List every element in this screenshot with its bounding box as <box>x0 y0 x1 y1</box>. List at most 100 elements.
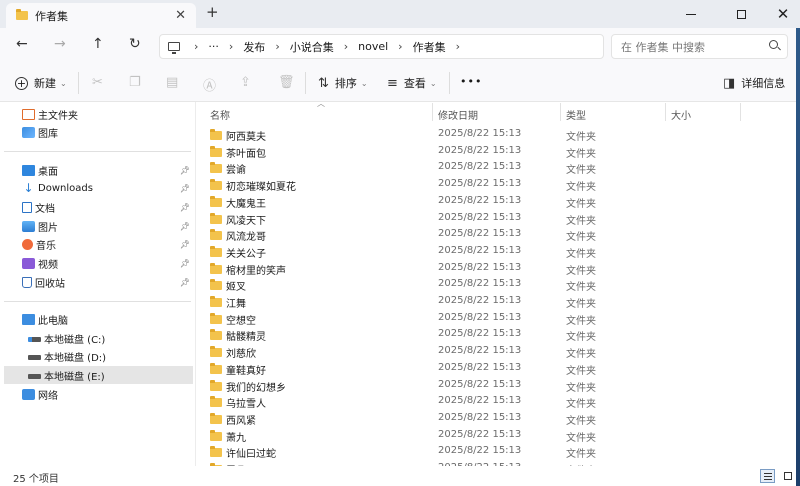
breadcrumb-item[interactable]: 发布 <box>243 39 265 55</box>
column-header-name[interactable]: 名称 <box>210 105 230 123</box>
sidebar-item-music[interactable]: 音乐 📌︎ <box>4 235 193 253</box>
address-bar[interactable]: › ··· › 发布 › 小说合集 › novel › 作者集 › <box>159 34 604 59</box>
pin-icon[interactable]: 📌︎ <box>180 278 190 287</box>
table-row[interactable]: 初恋璀璨如夏花 2025/8/22 15:13 文件夹 <box>204 177 794 194</box>
column-header-size[interactable]: 大小 <box>671 105 691 123</box>
file-name-cell[interactable]: 空想空 <box>210 312 256 327</box>
refresh-icon[interactable]: ↻ <box>129 36 141 52</box>
rename-icon[interactable]: Ⓐ <box>203 75 216 94</box>
table-row[interactable]: 乌拉雪人 2025/8/22 15:13 文件夹 <box>204 394 794 411</box>
pin-icon[interactable]: 📌︎ <box>180 240 190 249</box>
paste-icon[interactable]: ▤ <box>166 75 178 90</box>
file-name-cell[interactable]: 风凌天下 <box>210 212 266 227</box>
search-input[interactable]: 在 作者集 中搜索 <box>611 34 788 59</box>
file-name-cell[interactable]: 骷髅精灵 <box>210 328 266 343</box>
table-row[interactable]: 姬叉 2025/8/22 15:13 文件夹 <box>204 277 794 294</box>
file-name-cell[interactable]: 萧九 <box>210 429 246 444</box>
sidebar-item-network[interactable]: 网络 <box>4 385 193 403</box>
share-icon[interactable]: ⇪ <box>240 75 251 90</box>
file-name-cell[interactable]: 西风紧 <box>210 412 256 427</box>
view-button[interactable]: ≡ 查看 ⌄ <box>387 75 437 91</box>
table-row[interactable]: 江舞 2025/8/22 15:13 文件夹 <box>204 294 794 311</box>
table-row[interactable]: 阿西莫夫 2025/8/22 15:13 文件夹 <box>204 127 794 144</box>
table-row[interactable]: 茶叶面包 2025/8/22 15:13 文件夹 <box>204 144 794 161</box>
tab-current[interactable]: 作者集 ✕ <box>6 3 196 28</box>
minimize-button[interactable] <box>668 0 714 28</box>
breadcrumb-overflow[interactable]: ··· <box>208 40 219 53</box>
back-arrow-icon[interactable]: ← <box>16 36 28 52</box>
file-name-cell[interactable]: 棺材里的笑声 <box>210 262 286 277</box>
sidebar-item-recycle-bin[interactable]: 回收站 📌︎ <box>4 273 193 291</box>
chevron-right-icon[interactable]: › <box>398 40 402 53</box>
table-row[interactable]: 许仙曰过蛇 2025/8/22 15:13 文件夹 <box>204 444 794 461</box>
breadcrumb-item[interactable]: novel <box>358 40 388 53</box>
file-name-cell[interactable]: 许仙曰过蛇 <box>210 445 276 460</box>
file-name-cell[interactable]: 我们的幻想乡 <box>210 379 286 394</box>
chevron-right-icon[interactable]: › <box>229 40 233 53</box>
details-pane-button[interactable]: ◨ 详细信息 <box>723 75 785 91</box>
sidebar-item-desktop[interactable]: 桌面 📌︎ <box>4 161 193 179</box>
chevron-right-icon[interactable]: › <box>194 40 198 53</box>
sort-button[interactable]: ⇅ 排序 ⌄ <box>318 75 368 91</box>
pin-icon[interactable]: 📌︎ <box>180 184 190 193</box>
more-options-button[interactable]: ••• <box>460 75 482 88</box>
sidebar-item-drive-d[interactable]: 本地磁盘 (D:) <box>4 347 193 365</box>
sidebar-item-gallery[interactable]: 图库 <box>4 123 193 141</box>
table-row[interactable]: 骷髅精灵 2025/8/22 15:13 文件夹 <box>204 327 794 344</box>
pin-icon[interactable]: 📌︎ <box>180 166 190 175</box>
table-row[interactable]: 棺材里的笑声 2025/8/22 15:13 文件夹 <box>204 261 794 278</box>
sidebar-item-this-pc[interactable]: 此电脑 <box>4 310 193 328</box>
table-row[interactable]: 风流龙哥 2025/8/22 15:13 文件夹 <box>204 227 794 244</box>
details-view-button[interactable] <box>760 469 775 483</box>
cut-icon[interactable]: ✂ <box>92 75 103 90</box>
new-tab-button[interactable]: + <box>206 3 219 21</box>
breadcrumb-item[interactable]: 作者集 <box>413 39 446 55</box>
column-divider[interactable] <box>432 103 433 121</box>
table-row[interactable]: 大魔鬼王 2025/8/22 15:13 文件夹 <box>204 194 794 211</box>
tiles-view-button[interactable] <box>780 469 795 483</box>
maximize-button[interactable] <box>718 0 764 28</box>
up-arrow-icon[interactable]: ↑ <box>92 36 104 52</box>
table-row[interactable]: 童鞋真好 2025/8/22 15:13 文件夹 <box>204 361 794 378</box>
column-divider[interactable] <box>560 103 561 121</box>
file-name-cell[interactable]: 姬叉 <box>210 278 246 293</box>
sidebar-item-videos[interactable]: 视频 📌︎ <box>4 254 193 272</box>
file-name-cell[interactable]: 风流龙哥 <box>210 228 266 243</box>
table-row[interactable]: 风凌天下 2025/8/22 15:13 文件夹 <box>204 211 794 228</box>
table-row[interactable]: 尝谕 2025/8/22 15:13 文件夹 <box>204 160 794 177</box>
chevron-right-icon[interactable]: › <box>275 40 279 53</box>
column-divider[interactable] <box>740 103 741 121</box>
file-name-cell[interactable]: 童鞋真好 <box>210 362 266 377</box>
breadcrumb-item[interactable]: 小说合集 <box>290 39 334 55</box>
file-name-cell[interactable]: 大魔鬼王 <box>210 195 266 210</box>
close-tab-icon[interactable]: ✕ <box>175 8 186 23</box>
sidebar-item-downloads[interactable]: ↓ Downloads 📌︎ <box>4 179 193 197</box>
chevron-right-icon[interactable]: › <box>344 40 348 53</box>
file-name-cell[interactable]: 江舞 <box>210 295 246 310</box>
file-name-cell[interactable]: 初恋璀璨如夏花 <box>210 178 296 193</box>
sidebar-item-drive-c[interactable]: 本地磁盘 (C:) <box>4 329 193 347</box>
pin-icon[interactable]: 📌︎ <box>180 222 190 231</box>
column-header-date[interactable]: 修改日期 <box>438 105 478 123</box>
file-name-cell[interactable]: 乌拉雪人 <box>210 395 266 410</box>
close-window-button[interactable]: ✕ <box>760 0 800 28</box>
file-name-cell[interactable]: 尝谕 <box>210 161 246 176</box>
sidebar-item-documents[interactable]: 文档 📌︎ <box>4 198 193 216</box>
new-button[interactable]: + 新建 ⌄ <box>15 75 67 91</box>
chevron-right-icon[interactable]: › <box>456 40 460 53</box>
file-name-cell[interactable]: 关关公子 <box>210 245 266 260</box>
delete-icon[interactable]: 🗑︎ <box>278 75 295 90</box>
sidebar-item-home[interactable]: 主文件夹 <box>4 105 193 123</box>
copy-icon[interactable]: ❐ <box>129 75 141 90</box>
column-divider[interactable] <box>665 103 666 121</box>
table-row[interactable]: 空想空 2025/8/22 15:13 文件夹 <box>204 311 794 328</box>
table-row[interactable]: 我们的幻想乡 2025/8/22 15:13 文件夹 <box>204 378 794 395</box>
sidebar-item-pictures[interactable]: 图片 📌︎ <box>4 217 193 235</box>
sidebar-item-drive-e[interactable]: 本地磁盘 (E:) <box>4 366 193 384</box>
file-name-cell[interactable]: 茶叶面包 <box>210 145 266 160</box>
table-row[interactable]: 萧九 2025/8/22 15:13 文件夹 <box>204 428 794 445</box>
column-header-type[interactable]: 类型 <box>566 105 586 123</box>
table-row[interactable]: 西风紧 2025/8/22 15:13 文件夹 <box>204 411 794 428</box>
file-name-cell[interactable]: 刘慈欣 <box>210 345 256 360</box>
table-row[interactable]: 刘慈欣 2025/8/22 15:13 文件夹 <box>204 344 794 361</box>
